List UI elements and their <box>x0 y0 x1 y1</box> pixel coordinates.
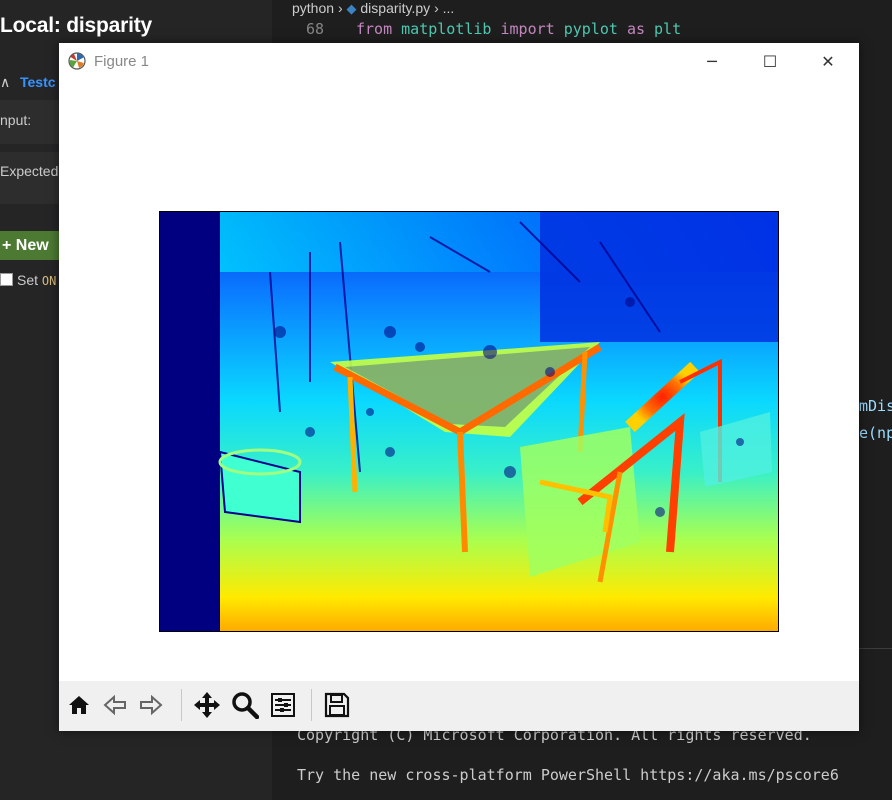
set-label: Set <box>17 272 39 288</box>
input-label: nput: <box>0 112 32 128</box>
back-icon[interactable] <box>99 689 131 721</box>
code-token: import <box>500 20 555 38</box>
new-testcase-button[interactable]: + New <box>0 231 60 260</box>
testcase-label: Testc <box>20 74 56 90</box>
code-token: plt <box>654 20 682 38</box>
set-online-checkbox[interactable]: Set ON <box>0 272 56 288</box>
forward-icon[interactable] <box>135 689 167 721</box>
chevron-right-icon: › <box>337 0 347 16</box>
code-token: as <box>626 20 645 38</box>
breadcrumb-file[interactable]: disparity.py <box>360 0 430 16</box>
window-titlebar[interactable]: Figure 1 ─ ☐ ✕ <box>59 43 859 82</box>
minimize-button[interactable]: ─ <box>683 43 741 81</box>
set-keyword: ON <box>41 274 57 288</box>
window-title: Figure 1 <box>94 53 150 70</box>
breadcrumb-folder[interactable]: python <box>292 0 334 16</box>
python-file-icon: ◆ <box>346 1 357 16</box>
code-line[interactable]: 68 from matplotlib import pyplot as plt <box>272 18 892 40</box>
code-token: pyplot <box>563 20 618 38</box>
checkbox[interactable] <box>0 273 13 286</box>
chevron-up-icon: ∧ <box>0 74 11 90</box>
code-fragment: mDis <box>859 397 892 415</box>
panel-title: Local: disparity <box>0 14 153 37</box>
line-number: 68 <box>305 20 324 38</box>
plot-axes[interactable] <box>159 211 779 632</box>
configure-subplots-icon[interactable] <box>267 689 299 721</box>
code-token: matplotlib <box>401 20 492 38</box>
save-icon[interactable] <box>321 689 353 721</box>
plus-icon: + <box>2 237 12 254</box>
home-icon[interactable] <box>63 689 95 721</box>
new-button-label: New <box>15 237 49 254</box>
toolbar-separator <box>181 689 182 721</box>
close-button[interactable]: ✕ <box>799 43 857 81</box>
figure-window[interactable]: Figure 1 ─ ☐ ✕ <box>59 43 859 731</box>
expected-label: Expected <box>0 163 59 179</box>
breadcrumb-more[interactable]: ... <box>443 0 455 16</box>
chevron-right-icon: › <box>434 0 443 16</box>
matplotlib-icon <box>68 52 86 70</box>
toolbar-separator <box>311 689 312 721</box>
maximize-button[interactable]: ☐ <box>741 43 799 81</box>
disparity-map-image <box>160 212 778 631</box>
code-fragment: e(np <box>859 424 892 442</box>
testcase-header[interactable]: ∧ Testc <box>0 74 56 91</box>
navigation-toolbar <box>59 681 859 731</box>
figure-canvas[interactable] <box>59 81 859 681</box>
code-token: from <box>356 20 393 38</box>
zoom-icon[interactable] <box>229 689 261 721</box>
pan-icon[interactable] <box>191 689 223 721</box>
breadcrumb[interactable]: python › ◆ disparity.py › ... <box>292 0 454 18</box>
terminal-line: Try the new cross-platform PowerShell ht… <box>297 766 839 784</box>
